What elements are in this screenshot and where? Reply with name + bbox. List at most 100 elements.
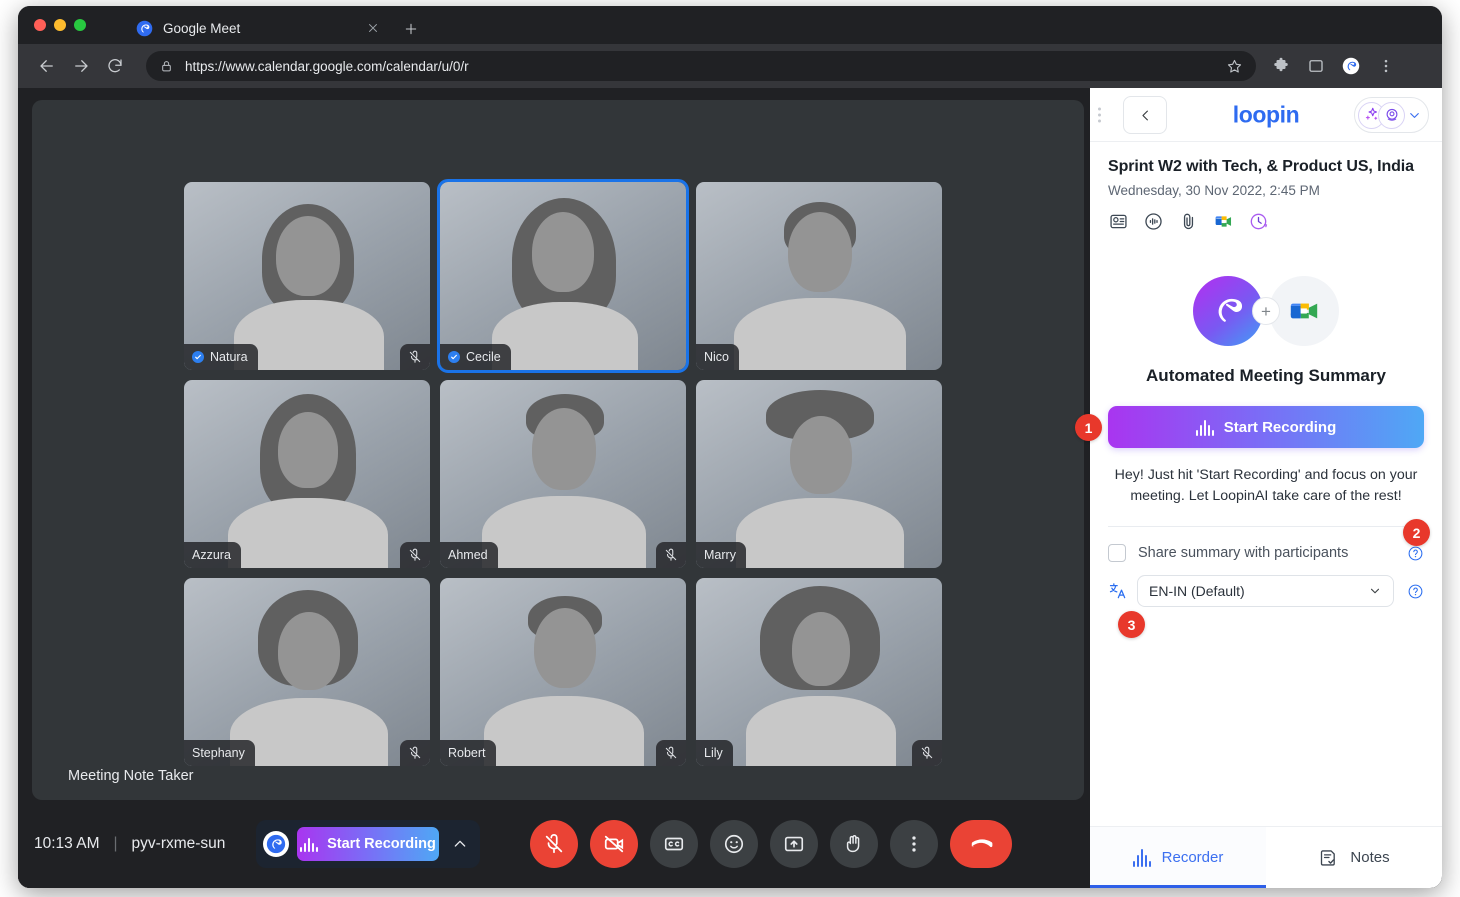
participant-tile[interactable]: Lily bbox=[696, 578, 942, 766]
video-off-icon bbox=[604, 835, 624, 853]
tab-recorder-label: Recorder bbox=[1161, 849, 1224, 866]
share-summary-label: Share summary with participants bbox=[1138, 545, 1349, 562]
loopin-extension-icon[interactable] bbox=[1340, 55, 1362, 77]
help-circle-icon[interactable] bbox=[1407, 545, 1424, 562]
tab-notes-label: Notes bbox=[1350, 849, 1390, 866]
chevron-up-icon[interactable] bbox=[447, 836, 473, 852]
step-badge-2: 2 bbox=[1403, 519, 1430, 547]
address-bar-url: https://www.calendar.google.com/calendar… bbox=[185, 58, 469, 74]
mic-off-icon bbox=[400, 542, 430, 568]
participant-video bbox=[440, 380, 686, 568]
reload-icon[interactable] bbox=[100, 51, 130, 81]
participant-tile[interactable]: Stephany bbox=[184, 578, 430, 766]
meet-time: 10:13 AM bbox=[34, 835, 100, 852]
participant-name: Nico bbox=[704, 350, 730, 364]
participant-tile[interactable]: Azzura bbox=[184, 380, 430, 568]
audio-waveform-icon bbox=[300, 837, 319, 852]
tab-notes[interactable]: Notes bbox=[1266, 827, 1442, 888]
captions-button[interactable] bbox=[650, 820, 698, 868]
history-clock-icon[interactable] bbox=[1248, 211, 1269, 232]
present-screen-button[interactable] bbox=[770, 820, 818, 868]
help-circle-icon[interactable] bbox=[1407, 583, 1424, 600]
emoji-icon bbox=[724, 834, 744, 854]
participant-tile[interactable]: Robert bbox=[440, 578, 686, 766]
close-icon[interactable] bbox=[364, 19, 382, 37]
tab-title: Google Meet bbox=[163, 20, 241, 36]
hand-icon bbox=[846, 835, 860, 853]
chevron-down-icon[interactable] bbox=[1407, 108, 1422, 123]
leave-call-button[interactable] bbox=[950, 820, 1012, 868]
panel-body: Sprint W2 with Tech, & Product US, India… bbox=[1075, 142, 1442, 826]
participant-name-badge: Ahmed bbox=[440, 542, 498, 568]
participant-video bbox=[184, 380, 430, 568]
start-recording-row: 1 Start Recording bbox=[1075, 406, 1424, 448]
loopin-recorder-pill: Start Recording bbox=[256, 820, 480, 868]
divider bbox=[1108, 526, 1424, 528]
more-options-button[interactable] bbox=[890, 820, 938, 868]
browser-tab[interactable]: Google Meet bbox=[126, 12, 392, 44]
integration-logos: + bbox=[1108, 276, 1424, 346]
participant-name: Robert bbox=[448, 746, 486, 760]
start-recording-button[interactable]: Start Recording bbox=[297, 827, 439, 861]
puzzle-icon[interactable] bbox=[1270, 55, 1292, 77]
present-icon bbox=[784, 836, 804, 852]
minimize-window-button[interactable] bbox=[54, 19, 66, 31]
side-panel-icon[interactable] bbox=[1305, 55, 1327, 77]
meeting-icon-row bbox=[1108, 211, 1424, 232]
transcript-icon[interactable] bbox=[1108, 211, 1129, 232]
participant-name-badge: Robert bbox=[440, 740, 496, 766]
share-summary-checkbox[interactable] bbox=[1108, 544, 1126, 563]
google-meet-stage: Natura Cecile Nico Azzura Ahmed Marry St… bbox=[18, 88, 1090, 888]
participant-tile[interactable]: Nico bbox=[696, 182, 942, 370]
audio-waveform-icon bbox=[1195, 419, 1214, 436]
chevron-down-icon bbox=[1368, 584, 1382, 598]
participant-tile[interactable]: Ahmed bbox=[440, 380, 686, 568]
lock-icon bbox=[160, 60, 173, 73]
participant-tile[interactable]: Cecile bbox=[437, 179, 689, 373]
participant-tile[interactable]: Natura bbox=[184, 182, 430, 370]
mic-off-icon bbox=[656, 542, 686, 568]
meeting-datetime: Wednesday, 30 Nov 2022, 2:45 PM bbox=[1108, 183, 1320, 198]
meet-video-surface: Natura Cecile Nico Azzura Ahmed Marry St… bbox=[32, 100, 1084, 800]
step-badge-1: 1 bbox=[1075, 414, 1102, 441]
participant-tile[interactable]: Marry bbox=[696, 380, 942, 568]
helper-text: Hey! Just hit 'Start Recording' and focu… bbox=[1114, 467, 1418, 504]
attachment-icon[interactable] bbox=[1178, 211, 1199, 232]
maximize-window-button[interactable] bbox=[74, 19, 86, 31]
participant-name: Ahmed bbox=[448, 548, 488, 562]
panel-footer-tabs: Recorder Notes bbox=[1090, 826, 1442, 888]
browser-tab-strip: Google Meet bbox=[18, 6, 1442, 44]
start-recording-button[interactable]: Start Recording bbox=[1108, 406, 1424, 448]
microphone-muted-button[interactable] bbox=[530, 820, 578, 868]
page-content: Natura Cecile Nico Azzura Ahmed Marry St… bbox=[18, 88, 1442, 888]
star-icon[interactable] bbox=[1220, 52, 1248, 80]
account-chip[interactable] bbox=[1354, 97, 1429, 133]
forward-arrow-icon[interactable] bbox=[66, 51, 96, 81]
plus-icon: + bbox=[1252, 297, 1280, 325]
loopin-icon bbox=[136, 20, 153, 37]
three-dots-vertical-icon[interactable] bbox=[1375, 55, 1397, 77]
reactions-button[interactable] bbox=[710, 820, 758, 868]
participant-video bbox=[440, 578, 686, 766]
closed-caption-icon bbox=[664, 837, 684, 851]
close-window-button[interactable] bbox=[34, 19, 46, 31]
audio-waveform-icon[interactable] bbox=[1143, 211, 1164, 232]
camera-off-button[interactable] bbox=[590, 820, 638, 868]
meet-meeting-code: pyv-rxme-sun bbox=[131, 835, 226, 852]
language-select-value: EN-IN (Default) bbox=[1149, 583, 1245, 600]
participant-video bbox=[696, 578, 942, 766]
toolbar-icons bbox=[1270, 55, 1397, 77]
google-meet-icon[interactable] bbox=[1213, 211, 1234, 232]
browser-toolbar: https://www.calendar.google.com/calendar… bbox=[18, 44, 1442, 88]
participant-name: Lily bbox=[704, 746, 723, 760]
language-select[interactable]: EN-IN (Default) bbox=[1137, 575, 1394, 608]
feature-heading: Automated Meeting Summary bbox=[1146, 366, 1386, 385]
back-arrow-icon[interactable] bbox=[32, 51, 62, 81]
raise-hand-button[interactable] bbox=[830, 820, 878, 868]
loopin-verified-icon bbox=[448, 351, 460, 363]
address-bar[interactable]: https://www.calendar.google.com/calendar… bbox=[146, 51, 1256, 81]
participant-video bbox=[184, 578, 430, 766]
new-tab-button[interactable] bbox=[400, 18, 422, 40]
participant-name-badge: Lily bbox=[696, 740, 733, 766]
tab-recorder[interactable]: Recorder bbox=[1090, 827, 1266, 888]
